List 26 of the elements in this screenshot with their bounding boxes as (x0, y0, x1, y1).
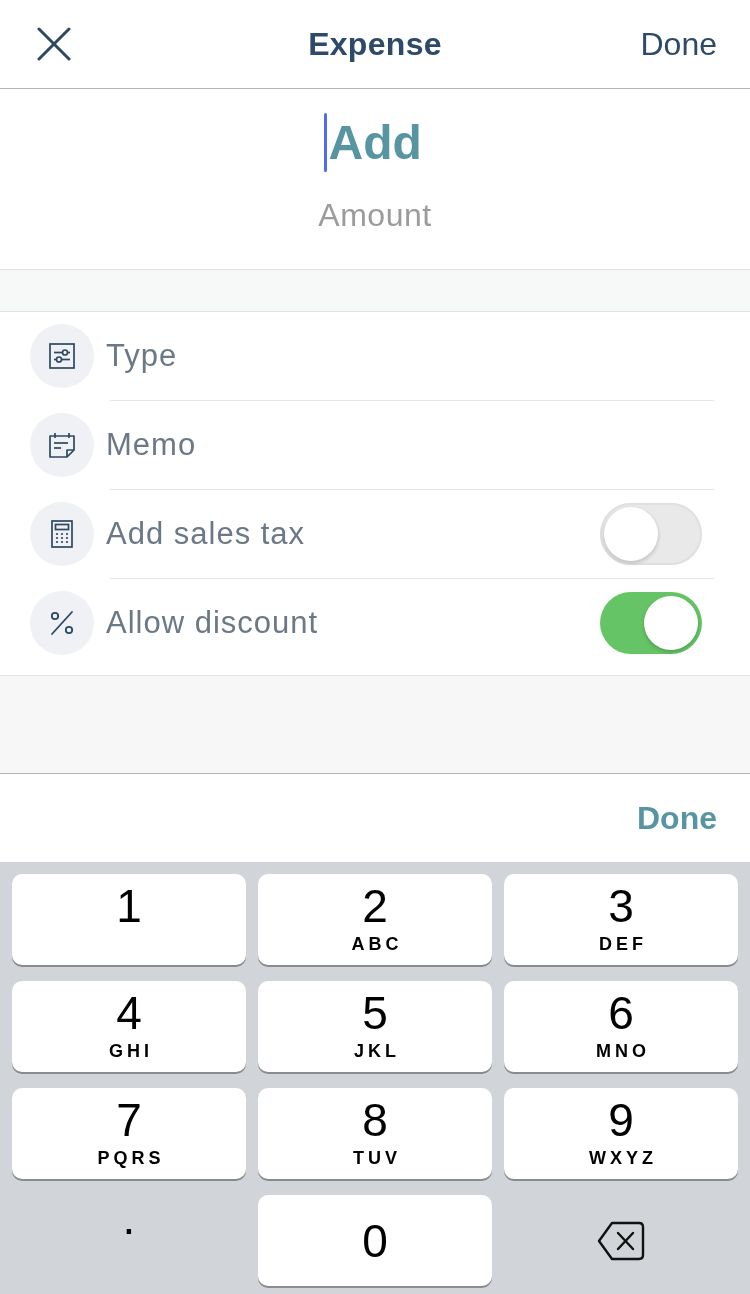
number-key[interactable]: 5 JKL (258, 981, 492, 1072)
number-key[interactable]: 0 (258, 1195, 492, 1286)
sliders-icon (30, 324, 94, 388)
number-key[interactable]: 2 ABC (258, 874, 492, 965)
number-key[interactable]: 8 TUV (258, 1088, 492, 1179)
percent-icon (30, 591, 94, 655)
number-key[interactable]: 3 DEF (504, 874, 738, 965)
list-item[interactable]: Type (0, 312, 750, 400)
amount-field[interactable]: Add (328, 112, 427, 172)
backspace-icon (597, 1220, 645, 1261)
number-key[interactable]: 1 (12, 874, 246, 965)
notepad-icon (30, 413, 94, 477)
decimal-key[interactable]: . (12, 1195, 246, 1286)
done-button[interactable]: Done (640, 25, 717, 63)
calculator-icon (30, 502, 94, 566)
number-key[interactable]: 4 GHI (12, 981, 246, 1072)
close-button[interactable] (37, 27, 71, 61)
setting-label: Add sales tax (106, 516, 306, 552)
number-key[interactable]: 7 PQRS (12, 1088, 246, 1179)
list-item[interactable]: Memo (0, 401, 750, 489)
number-key[interactable]: 9 WXYZ (504, 1088, 738, 1179)
number-key[interactable]: 6 MNO (504, 981, 738, 1072)
amount-label: Amount (318, 196, 432, 234)
screen-title: Expense (308, 25, 442, 63)
setting-label: Allow discount (106, 605, 319, 641)
close-icon (37, 27, 71, 61)
